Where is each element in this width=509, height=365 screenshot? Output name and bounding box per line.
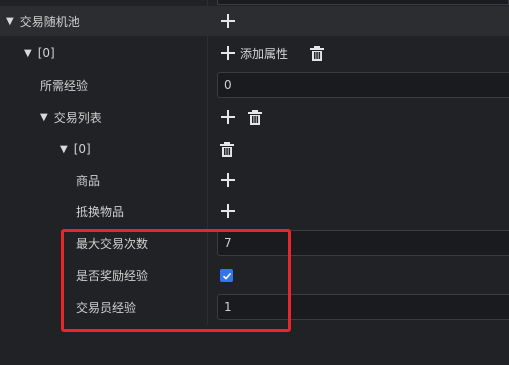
red-highlight-box	[61, 229, 291, 332]
plus-icon[interactable]	[220, 172, 236, 188]
row-trade-list: ▼ 交易列表	[0, 102, 509, 132]
expand-triangle-icon[interactable]: ▼	[60, 144, 68, 155]
row-actions	[220, 203, 236, 219]
tree-node-trade-random-pool[interactable]: ▼ 交易随机池	[6, 13, 80, 30]
tree-node-trade-0[interactable]: ▼ [0]	[60, 142, 91, 156]
plus-icon[interactable]	[220, 109, 236, 125]
trash-icon[interactable]	[310, 45, 325, 61]
required-exp-input[interactable]: 0	[217, 72, 509, 98]
tree-node-item-0[interactable]: ▼ [0]	[24, 46, 55, 60]
exchange-item-label: 抵换物品	[76, 204, 125, 219]
plus-icon	[221, 46, 235, 60]
row-actions	[220, 13, 236, 29]
row-item-0: ▼ [0] 添加属性	[0, 38, 509, 68]
row-actions	[220, 172, 236, 188]
node-label: 交易列表	[53, 110, 102, 125]
row-exchange-item: 抵换物品	[0, 196, 509, 226]
trash-icon[interactable]	[220, 141, 234, 157]
plus-icon[interactable]	[220, 203, 236, 219]
plus-icon[interactable]	[220, 13, 236, 29]
tree-node-trade-list[interactable]: ▼ 交易列表	[40, 109, 102, 126]
row-required-exp: 所需经验 0	[0, 70, 509, 100]
add-property-button[interactable]: 添加属性	[220, 45, 288, 62]
goods-label: 商品	[76, 173, 101, 188]
expand-triangle-icon[interactable]: ▼	[24, 48, 32, 59]
add-property-label: 添加属性	[240, 46, 289, 61]
row-actions	[220, 109, 262, 125]
node-label: [0]	[73, 142, 91, 156]
row-trade-random-pool: ▼ 交易随机池	[0, 6, 509, 36]
row-actions: 添加属性	[220, 45, 325, 62]
node-label: 交易随机池	[19, 14, 80, 29]
node-label: [0]	[37, 46, 55, 60]
expand-triangle-icon[interactable]: ▼	[40, 112, 48, 123]
trash-icon[interactable]	[248, 109, 262, 125]
row-trade-0: ▼ [0]	[0, 134, 509, 164]
required-exp-label: 所需经验	[40, 78, 89, 93]
row-goods: 商品	[0, 165, 509, 195]
row-actions	[220, 141, 234, 157]
top-field-edge	[217, 0, 509, 5]
expand-triangle-icon[interactable]: ▼	[6, 16, 14, 27]
property-tree-panel: ▼ 交易随机池 ▼ [0] 添加属性 所需经验 0 ▼ 交易列表 ▼ [0] 商…	[0, 0, 509, 365]
